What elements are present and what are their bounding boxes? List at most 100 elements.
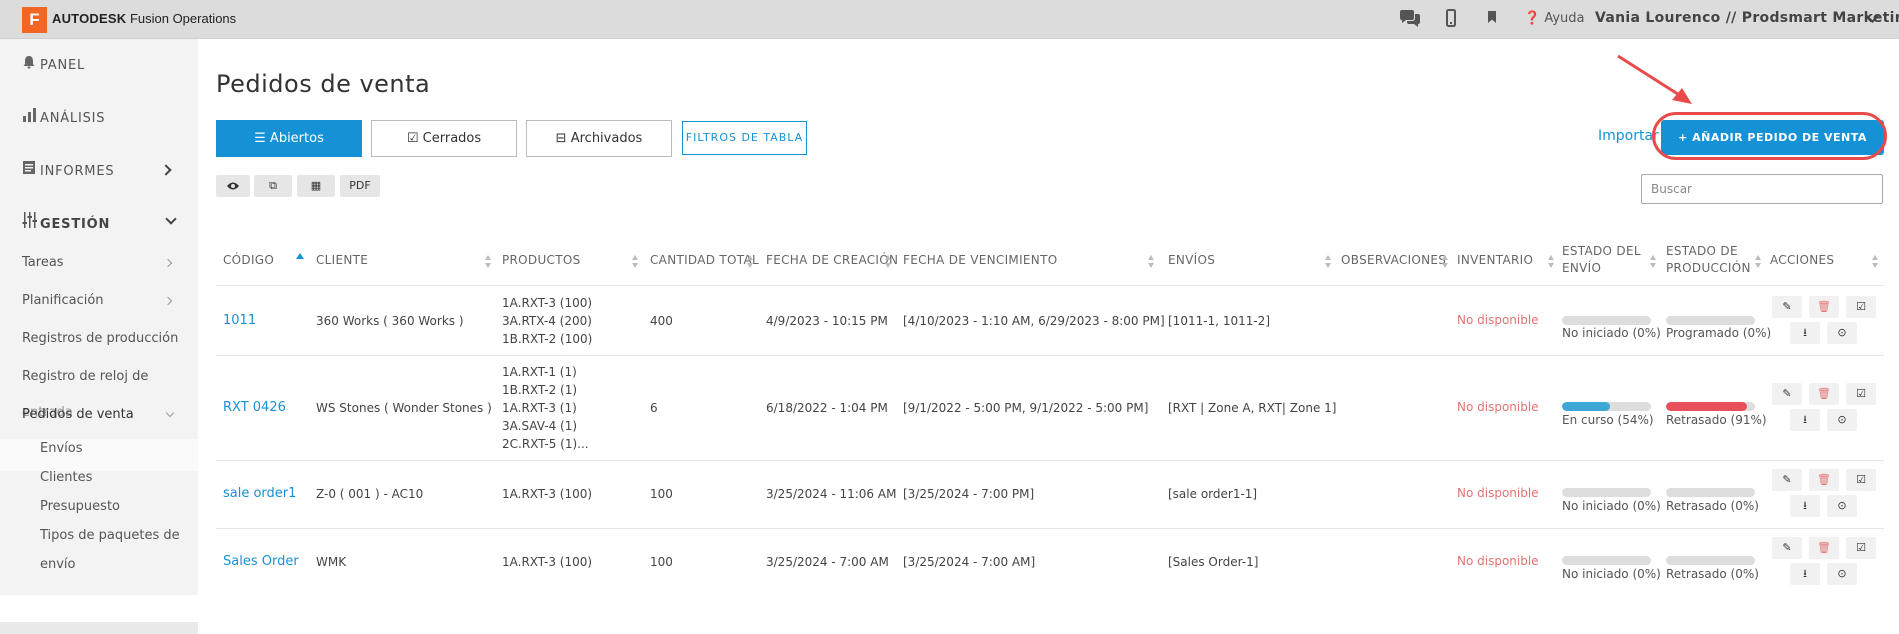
copy-icon[interactable]: ⧉ bbox=[254, 175, 292, 197]
sidebar-item-pedidos[interactable]: Pedidos de venta bbox=[22, 407, 134, 422]
cell-created: 3/25/2024 - 7:00 AM bbox=[766, 555, 889, 569]
col-header-codigo[interactable]: CÓDIGO bbox=[223, 252, 274, 269]
tab-archivados[interactable]: ⊟ Archivados bbox=[526, 120, 672, 157]
sidebar-item-envios[interactable]: Envíos bbox=[40, 441, 83, 456]
table-filters-button[interactable]: FILTROS DE TABLA bbox=[682, 121, 807, 155]
settings-icon[interactable]: ⊙ bbox=[1827, 322, 1857, 344]
tab-cerrados[interactable]: ☑ Cerrados bbox=[371, 120, 517, 157]
sort-icon[interactable] bbox=[1148, 255, 1154, 268]
order-code-link[interactable]: sale order1 bbox=[223, 485, 296, 503]
sort-icon[interactable] bbox=[1755, 255, 1761, 268]
cell-product: 3A.RTX-4 (200) bbox=[502, 314, 592, 328]
cell-due: [3/25/2024 - 7:00 AM] bbox=[903, 555, 1036, 569]
cell-product: 1A.RXT-3 (100) bbox=[502, 487, 593, 501]
col-header-cantidad[interactable]: CANTIDAD TOTAL bbox=[650, 252, 759, 269]
cell-inventory: No disponible bbox=[1457, 313, 1539, 327]
sidebar-item-clientes[interactable]: Clientes bbox=[40, 470, 92, 485]
check-square-icon[interactable]: ☑ bbox=[1846, 537, 1876, 559]
shipping-status: No iniciado (0%) bbox=[1562, 567, 1661, 581]
tab-abiertos[interactable]: ☰ Abiertos bbox=[216, 120, 362, 157]
chevron-down-icon[interactable] bbox=[165, 213, 177, 225]
col-header-observaciones[interactable]: OBSERVACIONES bbox=[1341, 252, 1446, 269]
check-square-icon[interactable]: ☑ bbox=[1846, 469, 1876, 491]
sidebar-item-presupuesto[interactable]: Presupuesto bbox=[40, 499, 120, 514]
check-square-icon[interactable]: ☑ bbox=[1846, 383, 1876, 405]
cell-shipments: [RXT | Zone A, RXT| Zone 1] bbox=[1168, 401, 1337, 415]
download-icon[interactable]: ⭳ bbox=[1790, 409, 1820, 431]
download-icon[interactable]: ⭳ bbox=[1790, 322, 1820, 344]
production-progress-bar bbox=[1666, 402, 1755, 411]
production-status: Programado (0%) bbox=[1666, 326, 1772, 340]
edit-icon[interactable]: ✎ bbox=[1772, 296, 1802, 318]
search-input[interactable] bbox=[1641, 174, 1883, 204]
bell-icon bbox=[22, 55, 40, 73]
cell-inventory: No disponible bbox=[1457, 486, 1539, 500]
trash-icon[interactable]: 🗑 bbox=[1809, 537, 1839, 559]
order-code-link[interactable]: RXT 0426 bbox=[223, 399, 286, 417]
trash-icon[interactable]: 🗑 bbox=[1809, 469, 1839, 491]
col-header-estado-produccion[interactable]: ESTADO DE PRODUCCIÓN bbox=[1666, 243, 1751, 277]
trash-icon[interactable]: 🗑 bbox=[1809, 383, 1839, 405]
settings-icon[interactable]: ⊙ bbox=[1827, 563, 1857, 585]
chevron-right-icon[interactable] bbox=[160, 164, 172, 176]
bookmark-icon[interactable] bbox=[1487, 9, 1497, 29]
col-header-vencimiento[interactable]: FECHA DE VENCIMIENTO bbox=[903, 252, 1057, 269]
chat-icon[interactable] bbox=[1399, 9, 1421, 29]
shipping-status: No iniciado (0%) bbox=[1562, 499, 1661, 513]
col-header-cliente[interactable]: CLIENTE bbox=[316, 252, 368, 269]
sort-icon[interactable] bbox=[1325, 255, 1331, 268]
settings-icon[interactable]: ⊙ bbox=[1827, 409, 1857, 431]
edit-icon[interactable]: ✎ bbox=[1772, 537, 1802, 559]
cell-client: 360 Works ( 360 Works ) bbox=[316, 314, 464, 328]
col-header-estado-envio[interactable]: ESTADO DEL ENVÍO bbox=[1562, 243, 1641, 277]
check-square-icon[interactable]: ☑ bbox=[1846, 296, 1876, 318]
sidebar-active-highlight bbox=[0, 439, 198, 471]
sidebar-item-registros[interactable]: Registros de producción bbox=[22, 331, 178, 346]
sort-icon[interactable] bbox=[1442, 255, 1448, 268]
sort-icon[interactable] bbox=[1872, 255, 1878, 268]
sidebar-item-analisis[interactable]: ANÁLISIS bbox=[22, 108, 105, 126]
sort-asc-icon[interactable] bbox=[296, 253, 304, 259]
production-progress-bar bbox=[1666, 316, 1755, 325]
trash-icon[interactable]: 🗑 bbox=[1809, 296, 1839, 318]
edit-icon[interactable]: ✎ bbox=[1772, 469, 1802, 491]
help-link[interactable]: ❓ Ayuda bbox=[1524, 11, 1585, 26]
sidebar-item-reloj[interactable]: Registro de reloj de bbox=[22, 369, 148, 384]
col-header-envios[interactable]: ENVÍOS bbox=[1168, 252, 1215, 269]
file-icon bbox=[22, 160, 40, 179]
order-code-link[interactable]: 1011 bbox=[223, 312, 256, 330]
sort-icon[interactable] bbox=[1650, 255, 1656, 268]
sidebar-label-gestion: GESTIÓN bbox=[40, 217, 111, 232]
user-menu[interactable]: Vania Lourenco // Prodsmart Marketing bbox=[1595, 10, 1899, 26]
sort-icon[interactable] bbox=[747, 255, 753, 268]
sort-icon[interactable] bbox=[885, 255, 891, 268]
grid-icon[interactable]: ▦ bbox=[297, 175, 335, 197]
sidebar-item-informes[interactable]: INFORMES bbox=[22, 160, 114, 179]
shipping-status: En curso (54%) bbox=[1562, 413, 1654, 427]
col-header-creacion[interactable]: FECHA DE CREACIÓN bbox=[766, 252, 898, 269]
import-link[interactable]: Importar bbox=[1598, 128, 1659, 144]
settings-icon[interactable]: ⊙ bbox=[1827, 495, 1857, 517]
pdf-button[interactable]: PDF bbox=[340, 175, 380, 197]
eye-icon[interactable] bbox=[216, 175, 250, 197]
sidebar: PANEL ANÁLISIS INFORMES GESTIÓN Tareas P… bbox=[0, 39, 198, 634]
download-icon[interactable]: ⭳ bbox=[1790, 495, 1820, 517]
tab-label: Cerrados bbox=[422, 131, 482, 146]
sidebar-item-tareas[interactable]: Tareas bbox=[22, 255, 64, 270]
fusion-logo[interactable]: F bbox=[22, 7, 47, 33]
sidebar-item-gestion[interactable]: GESTIÓN bbox=[22, 212, 110, 232]
download-icon[interactable]: ⭳ bbox=[1790, 563, 1820, 585]
sort-icon[interactable] bbox=[1548, 255, 1554, 268]
tab-label: Archivados bbox=[570, 131, 643, 146]
sidebar-item-planificacion[interactable]: Planificación bbox=[22, 293, 104, 308]
sidebar-item-panel[interactable]: PANEL bbox=[22, 55, 85, 73]
mobile-icon[interactable] bbox=[1446, 9, 1456, 29]
sort-icon[interactable] bbox=[485, 255, 491, 268]
sort-icon[interactable] bbox=[632, 255, 638, 268]
cell-qty: 6 bbox=[650, 401, 658, 415]
order-code-link[interactable]: Sales Order bbox=[223, 553, 299, 571]
edit-icon[interactable]: ✎ bbox=[1772, 383, 1802, 405]
col-header-productos[interactable]: PRODUCTOS bbox=[502, 252, 581, 269]
col-header-inventario[interactable]: INVENTARIO bbox=[1457, 252, 1533, 269]
sidebar-item-paquetes[interactable]: Tipos de paquetes de bbox=[40, 528, 180, 543]
